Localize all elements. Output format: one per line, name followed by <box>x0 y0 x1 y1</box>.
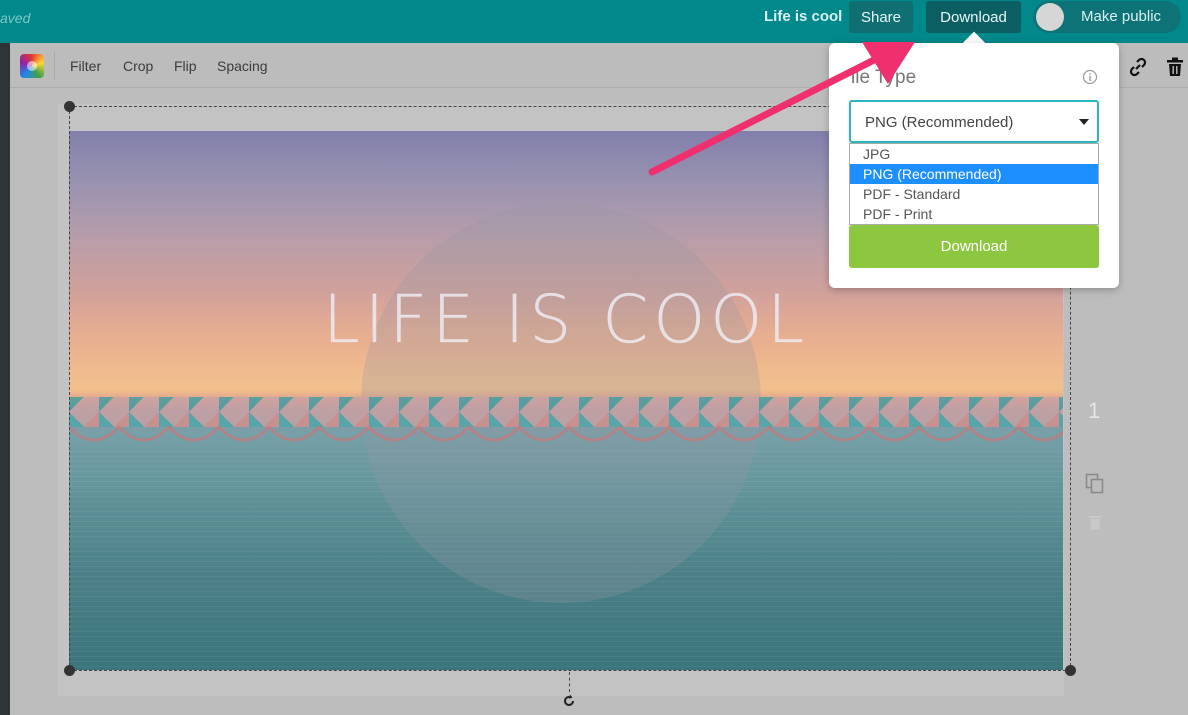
option-pdf-print[interactable]: PDF - Print <box>850 204 1098 224</box>
trash-icon[interactable] <box>1166 57 1184 77</box>
saved-status: aved <box>0 10 31 26</box>
page-number: 1 <box>1088 398 1101 423</box>
crop-button[interactable]: Crop <box>123 58 153 74</box>
filter-button[interactable]: Filter <box>70 58 101 74</box>
rotate-guide <box>569 672 570 692</box>
spacing-button[interactable]: Spacing <box>217 58 268 74</box>
make-public-label: Make public <box>1081 8 1162 25</box>
chevron-down-icon <box>1079 119 1089 125</box>
rotate-icon[interactable] <box>561 693 577 709</box>
flip-button[interactable]: Flip <box>174 58 197 74</box>
resize-handle-bottom-left[interactable] <box>64 665 75 676</box>
resize-handle-top-left[interactable] <box>64 101 75 112</box>
left-sidebar-edge <box>0 43 10 715</box>
top-bar: aved Life is cool Share Download Make pu… <box>0 0 1188 43</box>
delete-page-icon[interactable] <box>1088 514 1102 530</box>
info-icon[interactable] <box>1082 69 1098 85</box>
color-picker-icon[interactable] <box>20 54 44 78</box>
copy-page-icon[interactable] <box>1085 473 1105 495</box>
popover-download-button[interactable]: Download <box>849 225 1099 268</box>
make-public-toggle[interactable]: Make public <box>1033 1 1181 33</box>
toggle-knob <box>1036 3 1064 31</box>
annotation-arrow-icon <box>648 42 915 176</box>
download-button[interactable]: Download <box>926 1 1021 33</box>
link-icon[interactable] <box>1128 57 1148 77</box>
resize-handle-bottom-right[interactable] <box>1065 665 1076 676</box>
toolbar-divider <box>54 52 55 80</box>
